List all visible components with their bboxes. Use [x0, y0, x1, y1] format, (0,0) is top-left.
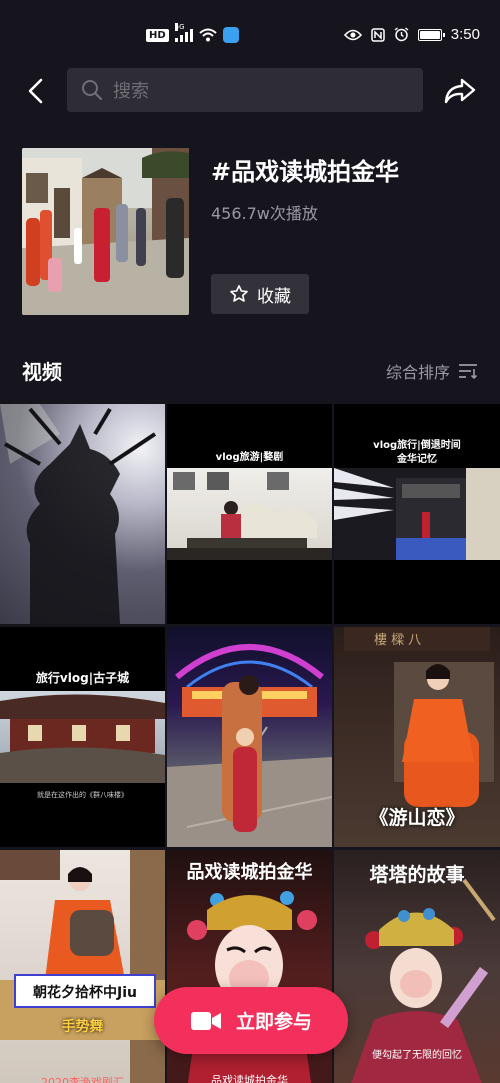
video-caption: 旅行vlog|古子城 — [35, 671, 130, 685]
topic-title: #品戏读城拍金华 — [211, 158, 400, 186]
back-button[interactable] — [18, 74, 52, 108]
clock: 3:50 — [450, 26, 480, 43]
topic-cover-image[interactable] — [22, 148, 189, 315]
sort-button[interactable]: 综合排序 — [386, 359, 478, 383]
video-subcaption: 手势舞 — [61, 1019, 104, 1035]
video-card[interactable]: 旅行vlog|古子城 就是在这作出的《群八味楼》 — [0, 627, 165, 847]
battery-icon — [417, 28, 445, 41]
video-bottom-text: 2020李渔戏剧汇 — [41, 1076, 124, 1083]
video-section-header: 视频 综合排序 — [22, 356, 482, 386]
video-card[interactable] — [167, 627, 332, 847]
wifi-icon — [199, 28, 217, 42]
participate-label: 立即参与 — [235, 1011, 312, 1033]
signal-icon: 5G — [174, 23, 193, 42]
participate-button[interactable]: 立即参与 — [154, 987, 348, 1054]
video-subtitle: 就是在这作出的《群八味楼》 — [37, 791, 128, 799]
play-count: 456.7w次播放 — [211, 204, 318, 223]
signal-label: 5G — [174, 23, 185, 31]
search-input[interactable]: 搜索 — [67, 68, 423, 112]
hd-badge: HD — [146, 28, 169, 42]
video-bottom-text: 品戏读城拍金华 — [211, 1074, 288, 1083]
video-thumbnail — [334, 468, 500, 560]
topic-header: #品戏读城拍金华 456.7w次播放 收藏 — [22, 148, 482, 318]
video-bottom-text: 便勾起了无限的回忆 — [372, 1050, 462, 1061]
video-card[interactable] — [0, 404, 165, 624]
video-caption: vlog旅行|倒退时间 — [373, 440, 461, 451]
video-thumbnail — [167, 468, 332, 560]
favorite-label: 收藏 — [257, 286, 291, 307]
video-card[interactable]: vlog旅游|婺剧 — [167, 404, 332, 624]
search-placeholder: 搜索 — [113, 81, 149, 102]
video-grid: vlog旅游|婺剧 vlog旅行|倒退时间 金华记忆 旅行vlog|古子城 就是… — [0, 404, 500, 1083]
video-caption-line2: 金华记忆 — [397, 454, 437, 465]
status-bar: HD 5G 3:50 — [0, 0, 500, 70]
video-card[interactable]: vlog旅行|倒退时间 金华记忆 — [334, 404, 500, 624]
svg-text:樓 樑 八: 樓 樑 八 — [374, 633, 421, 648]
video-caption: vlog旅游|婺剧 — [215, 452, 284, 463]
video-camera-icon — [190, 1011, 221, 1030]
nav-bar: 搜索 — [0, 68, 500, 114]
video-caption: 朝花夕拾杯中Jiu — [33, 985, 137, 1001]
star-icon — [230, 285, 248, 302]
video-thumbnail — [0, 691, 165, 783]
alarm-icon — [394, 27, 409, 42]
share-icon — [444, 78, 476, 104]
search-icon — [82, 80, 103, 101]
favorite-button[interactable]: 收藏 — [211, 274, 309, 314]
sort-icon — [459, 364, 478, 379]
video-card[interactable]: 塔塔的故事 便勾起了无限的回忆 — [334, 850, 500, 1083]
video-card[interactable]: 樓 樑 八 《游山恋》 — [334, 627, 500, 847]
app-notification-icon — [222, 27, 239, 43]
share-button[interactable] — [440, 74, 480, 108]
video-caption: 《游山恋》 — [369, 807, 465, 829]
chevron-left-icon — [28, 78, 43, 104]
eye-icon — [343, 29, 362, 40]
status-left: HD 5G — [146, 23, 239, 43]
nfc-icon — [371, 27, 385, 42]
section-title: 视频 — [22, 360, 62, 384]
video-card[interactable]: 朝花夕拾杯中Jiu 手势舞 2020李渔戏剧汇 — [0, 850, 165, 1083]
video-caption-box: 朝花夕拾杯中Jiu — [14, 974, 156, 1008]
sort-label: 综合排序 — [385, 363, 450, 382]
status-right: 3:50 — [343, 26, 480, 43]
